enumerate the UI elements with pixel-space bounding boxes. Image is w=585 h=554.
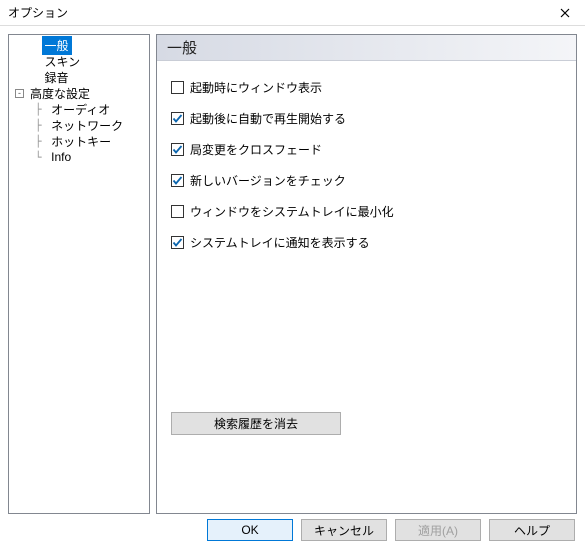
close-icon: [560, 8, 570, 18]
titlebar: オプション: [0, 0, 585, 26]
panel-title: 一般: [157, 35, 576, 61]
checkbox-icon: [171, 143, 184, 156]
tree-branch-icon: [15, 71, 42, 84]
checkbox-label: システムトレイに通知を表示する: [190, 234, 370, 251]
tree-item[interactable]: スキン: [9, 53, 149, 69]
settings-panel: 一般 起動時にウィンドウ表示起動後に自動で再生開始する局変更をクロスフェード新し…: [156, 34, 577, 514]
help-button[interactable]: ヘルプ: [489, 519, 575, 541]
cancel-button[interactable]: キャンセル: [301, 519, 387, 541]
tree-item-label: Info: [48, 149, 74, 165]
tree-item[interactable]: └ Info: [9, 149, 149, 165]
clear-search-history-button[interactable]: 検索履歴を消去: [171, 412, 341, 435]
window-title: オプション: [8, 4, 68, 21]
category-tree[interactable]: 一般 スキン 録音-高度な設定 ├ オーディオ ├ ネットワーク ├ ホットキー…: [8, 34, 150, 514]
checkbox-label: 新しいバージョンをチェック: [190, 172, 346, 189]
close-button[interactable]: [545, 0, 585, 26]
tree-item-label: ホットキー: [48, 132, 114, 151]
checkbox-icon: [171, 81, 184, 94]
tree-branch-icon: [15, 39, 42, 52]
panel-body: 起動時にウィンドウ表示起動後に自動で再生開始する局変更をクロスフェード新しいバー…: [157, 61, 576, 513]
checkbox-icon: [171, 236, 184, 249]
checkbox-icon: [171, 205, 184, 218]
checkbox-icon: [171, 112, 184, 125]
checkbox-option[interactable]: 起動時にウィンドウ表示: [171, 79, 562, 96]
checkbox-option[interactable]: システムトレイに通知を表示する: [171, 234, 562, 251]
checkbox-icon: [171, 174, 184, 187]
tree-branch-icon: ├: [15, 103, 48, 116]
ok-button[interactable]: OK: [207, 519, 293, 541]
checkbox-option[interactable]: 新しいバージョンをチェック: [171, 172, 562, 189]
checkbox-label: 起動時にウィンドウ表示: [190, 79, 322, 96]
checkbox-option[interactable]: 局変更をクロスフェード: [171, 141, 562, 158]
dialog-footer: OK キャンセル 適用(A) ヘルプ: [0, 514, 585, 546]
checkbox-option[interactable]: ウィンドウをシステムトレイに最小化: [171, 203, 562, 220]
tree-branch-icon: ├: [15, 135, 48, 148]
checkbox-label: ウィンドウをシステムトレイに最小化: [190, 203, 394, 220]
tree-branch-icon: ├: [15, 119, 48, 132]
checkbox-label: 起動後に自動で再生開始する: [190, 110, 346, 127]
tree-expander-icon[interactable]: -: [15, 89, 24, 98]
checkbox-label: 局変更をクロスフェード: [190, 141, 322, 158]
apply-button[interactable]: 適用(A): [395, 519, 481, 541]
tree-branch-icon: └: [15, 151, 48, 164]
tree-item[interactable]: ├ ホットキー: [9, 133, 149, 149]
tree-branch-icon: [15, 55, 42, 68]
checkbox-option[interactable]: 起動後に自動で再生開始する: [171, 110, 562, 127]
dialog-body: 一般 スキン 録音-高度な設定 ├ オーディオ ├ ネットワーク ├ ホットキー…: [0, 26, 585, 514]
